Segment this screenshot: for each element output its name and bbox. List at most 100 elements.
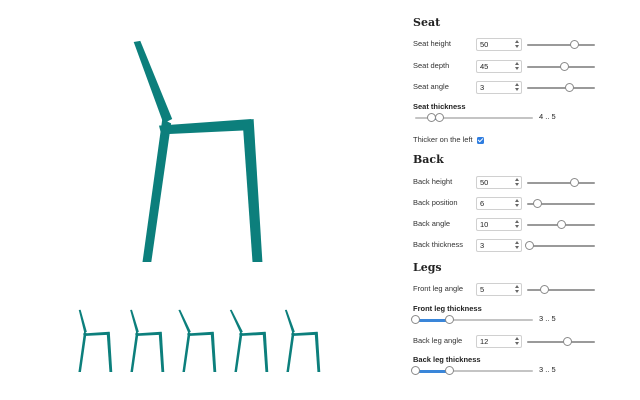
front-leg-angle-spinner[interactable] bbox=[514, 285, 519, 294]
legs-section-title: Legs bbox=[413, 261, 442, 274]
chair-variation-3-backrest bbox=[178, 309, 191, 333]
back-leg-angle-row: Back leg angle 12 bbox=[413, 335, 635, 349]
seat-depth-slider-thumb[interactable] bbox=[559, 62, 569, 71]
front-leg-thickness-max-thumb[interactable] bbox=[444, 315, 454, 324]
thicker-left-label: Thicker on the left bbox=[413, 135, 473, 144]
main-chair-back-leg bbox=[142, 119, 172, 262]
back-height-slider[interactable] bbox=[527, 182, 595, 184]
seat-angle-label: Seat angle bbox=[413, 82, 449, 91]
back-position-slider-thumb[interactable] bbox=[532, 199, 542, 208]
seat-depth-row: Seat depth 45 bbox=[413, 60, 635, 74]
chair-variation-3-front-leg bbox=[210, 331, 217, 372]
chair-variation-4[interactable] bbox=[229, 309, 269, 372]
seat-angle-input[interactable]: 3 bbox=[476, 81, 522, 94]
seat-depth-input[interactable]: 45 bbox=[476, 60, 522, 73]
settings-panel: Seat Seat height 50 Seat depth 45 Seat a… bbox=[410, 0, 635, 400]
front-leg-angle-row: Front leg angle 5 bbox=[413, 283, 635, 297]
back-position-spinner[interactable] bbox=[514, 199, 519, 208]
back-height-input[interactable]: 50 bbox=[476, 176, 522, 189]
back-leg-thickness-min-thumb[interactable] bbox=[410, 366, 420, 375]
back-thickness-slider[interactable] bbox=[527, 245, 595, 247]
front-leg-thickness-min-thumb[interactable] bbox=[410, 315, 420, 324]
seat-thickness-label: Seat thickness bbox=[413, 102, 466, 111]
back-angle-slider-thumb[interactable] bbox=[556, 220, 566, 229]
front-leg-angle-slider-thumb[interactable] bbox=[539, 285, 549, 294]
chair-variation-3[interactable] bbox=[178, 309, 217, 372]
seat-height-slider-thumb[interactable] bbox=[570, 40, 580, 49]
main-chair-front-leg bbox=[242, 119, 263, 262]
seat-height-label: Seat height bbox=[413, 39, 451, 48]
back-leg-angle-spinner[interactable] bbox=[514, 337, 519, 346]
seat-height-input[interactable]: 50 bbox=[476, 38, 522, 51]
seat-depth-label: Seat depth bbox=[413, 61, 450, 70]
thicker-left-checkbox[interactable] bbox=[477, 137, 484, 144]
seat-thickness-max-thumb[interactable] bbox=[435, 113, 445, 122]
chair-preview-canvas bbox=[78, 40, 321, 372]
back-thickness-row: Back thickness 3 bbox=[413, 239, 635, 253]
chair-variation-4-seat bbox=[239, 331, 266, 337]
chair-variation-5[interactable] bbox=[284, 309, 321, 372]
back-leg-angle-slider-thumb[interactable] bbox=[563, 337, 573, 346]
seat-height-slider[interactable] bbox=[527, 44, 595, 46]
back-thickness-spinner[interactable] bbox=[514, 241, 519, 250]
back-angle-input[interactable]: 10 bbox=[476, 218, 522, 231]
front-leg-thickness-range-value: 3 .. 5 bbox=[539, 314, 556, 323]
chair-variation-1-seat bbox=[83, 331, 110, 337]
chair-variation-4-back-leg bbox=[234, 331, 243, 372]
seat-height-row: Seat height 50 bbox=[413, 38, 635, 52]
back-thickness-slider-thumb[interactable] bbox=[524, 241, 534, 250]
back-leg-angle-label: Back leg angle bbox=[413, 336, 463, 345]
chair-variation-2-front-leg bbox=[158, 331, 165, 372]
back-thickness-label: Back thickness bbox=[413, 240, 464, 249]
seat-section-title: Seat bbox=[413, 16, 441, 29]
back-angle-spinner[interactable] bbox=[514, 220, 519, 229]
front-leg-angle-slider[interactable] bbox=[527, 289, 595, 291]
back-position-label: Back position bbox=[413, 198, 458, 207]
seat-angle-row: Seat angle 3 bbox=[413, 81, 635, 95]
main-chair-seat bbox=[159, 119, 254, 135]
back-height-slider-thumb[interactable] bbox=[570, 178, 580, 187]
front-leg-thickness-label: Front leg thickness bbox=[413, 304, 482, 313]
seat-angle-slider-thumb[interactable] bbox=[564, 83, 574, 92]
back-leg-thickness-range-value: 3 .. 5 bbox=[539, 365, 556, 374]
chair-variation-3-back-leg bbox=[182, 331, 191, 372]
front-leg-thickness-row: 3 .. 5 bbox=[410, 313, 635, 327]
back-leg-thickness-max-thumb[interactable] bbox=[444, 366, 454, 375]
chair-variation-5-back-leg bbox=[286, 331, 295, 372]
seat-angle-slider[interactable] bbox=[527, 87, 595, 89]
chair-variation-5-backrest bbox=[284, 309, 295, 333]
chair-variation-1-back-leg bbox=[78, 331, 87, 372]
back-leg-angle-slider[interactable] bbox=[527, 341, 595, 343]
chair-variation-1-front-leg bbox=[106, 331, 113, 372]
chair-variation-5-front-leg bbox=[314, 331, 321, 372]
thicker-left-row: Thicker on the left bbox=[413, 134, 635, 148]
chair-variation-1-backrest bbox=[78, 309, 87, 333]
seat-angle-spinner[interactable] bbox=[514, 83, 519, 92]
back-thickness-input[interactable]: 3 bbox=[476, 239, 522, 252]
back-height-row: Back height 50 bbox=[413, 176, 635, 190]
back-section-title: Back bbox=[413, 153, 444, 166]
seat-thickness-range-value: 4 .. 5 bbox=[539, 112, 556, 121]
main-chair-backrest bbox=[133, 40, 173, 124]
back-leg-thickness-row: 3 .. 5 bbox=[410, 364, 635, 378]
back-position-input[interactable]: 6 bbox=[476, 197, 522, 210]
chair-variation-1[interactable] bbox=[78, 309, 113, 372]
back-height-label: Back height bbox=[413, 177, 453, 186]
back-leg-angle-input[interactable]: 12 bbox=[476, 335, 522, 348]
main-chair-preview bbox=[133, 40, 263, 262]
chair-variation-4-front-leg bbox=[262, 331, 269, 372]
seat-thickness-row: 4 .. 5 bbox=[413, 111, 635, 125]
chair-variation-4-backrest bbox=[229, 309, 243, 333]
back-leg-thickness-label: Back leg thickness bbox=[413, 355, 481, 364]
chair-variation-5-seat bbox=[291, 331, 318, 337]
chair-variation-2-back-leg bbox=[130, 331, 139, 372]
chair-variation-2-seat bbox=[135, 331, 162, 337]
seat-height-spinner[interactable] bbox=[514, 40, 519, 49]
back-height-spinner[interactable] bbox=[514, 178, 519, 187]
chair-variation-2[interactable] bbox=[130, 309, 165, 372]
chair-variations bbox=[78, 309, 321, 372]
back-position-row: Back position 6 bbox=[413, 197, 635, 211]
seat-depth-spinner[interactable] bbox=[514, 62, 519, 71]
front-leg-angle-input[interactable]: 5 bbox=[476, 283, 522, 296]
chair-variation-2-backrest bbox=[130, 309, 139, 333]
